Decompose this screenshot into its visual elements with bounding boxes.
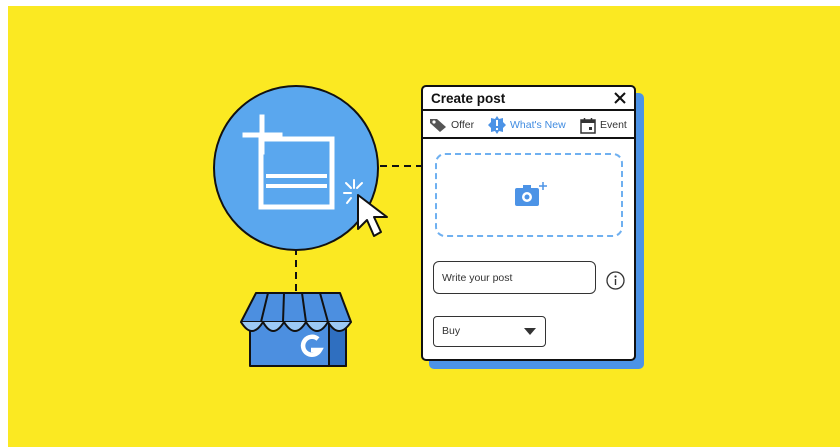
calendar-icon — [580, 117, 596, 134]
action-select-value: Buy — [442, 325, 461, 337]
tab-offer[interactable]: Offer — [429, 116, 474, 134]
dialog-title: Create post — [431, 91, 506, 106]
dialog-titlebar: Create post — [423, 87, 634, 111]
post-type-tabs: Offer What's New Event — [423, 111, 634, 139]
tab-offer-label: Offer — [451, 119, 475, 131]
close-icon[interactable] — [612, 89, 628, 107]
storefront-icon — [240, 292, 352, 367]
tab-event-label: Event — [600, 119, 627, 131]
post-text-input[interactable] — [433, 261, 596, 294]
photo-upload-zone[interactable] — [435, 153, 623, 237]
post-circle — [213, 85, 379, 251]
create-post-dialog: Create post Offer What's New Event Write… — [421, 85, 636, 361]
tag-icon — [430, 119, 446, 132]
chevron-down-icon — [524, 328, 536, 335]
info-icon[interactable] — [606, 271, 625, 290]
badge-info-icon — [488, 116, 506, 134]
camera-add-icon — [515, 182, 547, 206]
illustration — [213, 85, 423, 367]
tab-event[interactable]: Event — [580, 116, 627, 134]
mouse-pointer-icon — [357, 194, 388, 237]
action-select[interactable]: Buy — [433, 316, 546, 347]
tab-whats-new[interactable]: What's New — [488, 116, 566, 134]
tab-whats-new-label: What's New — [510, 119, 566, 131]
